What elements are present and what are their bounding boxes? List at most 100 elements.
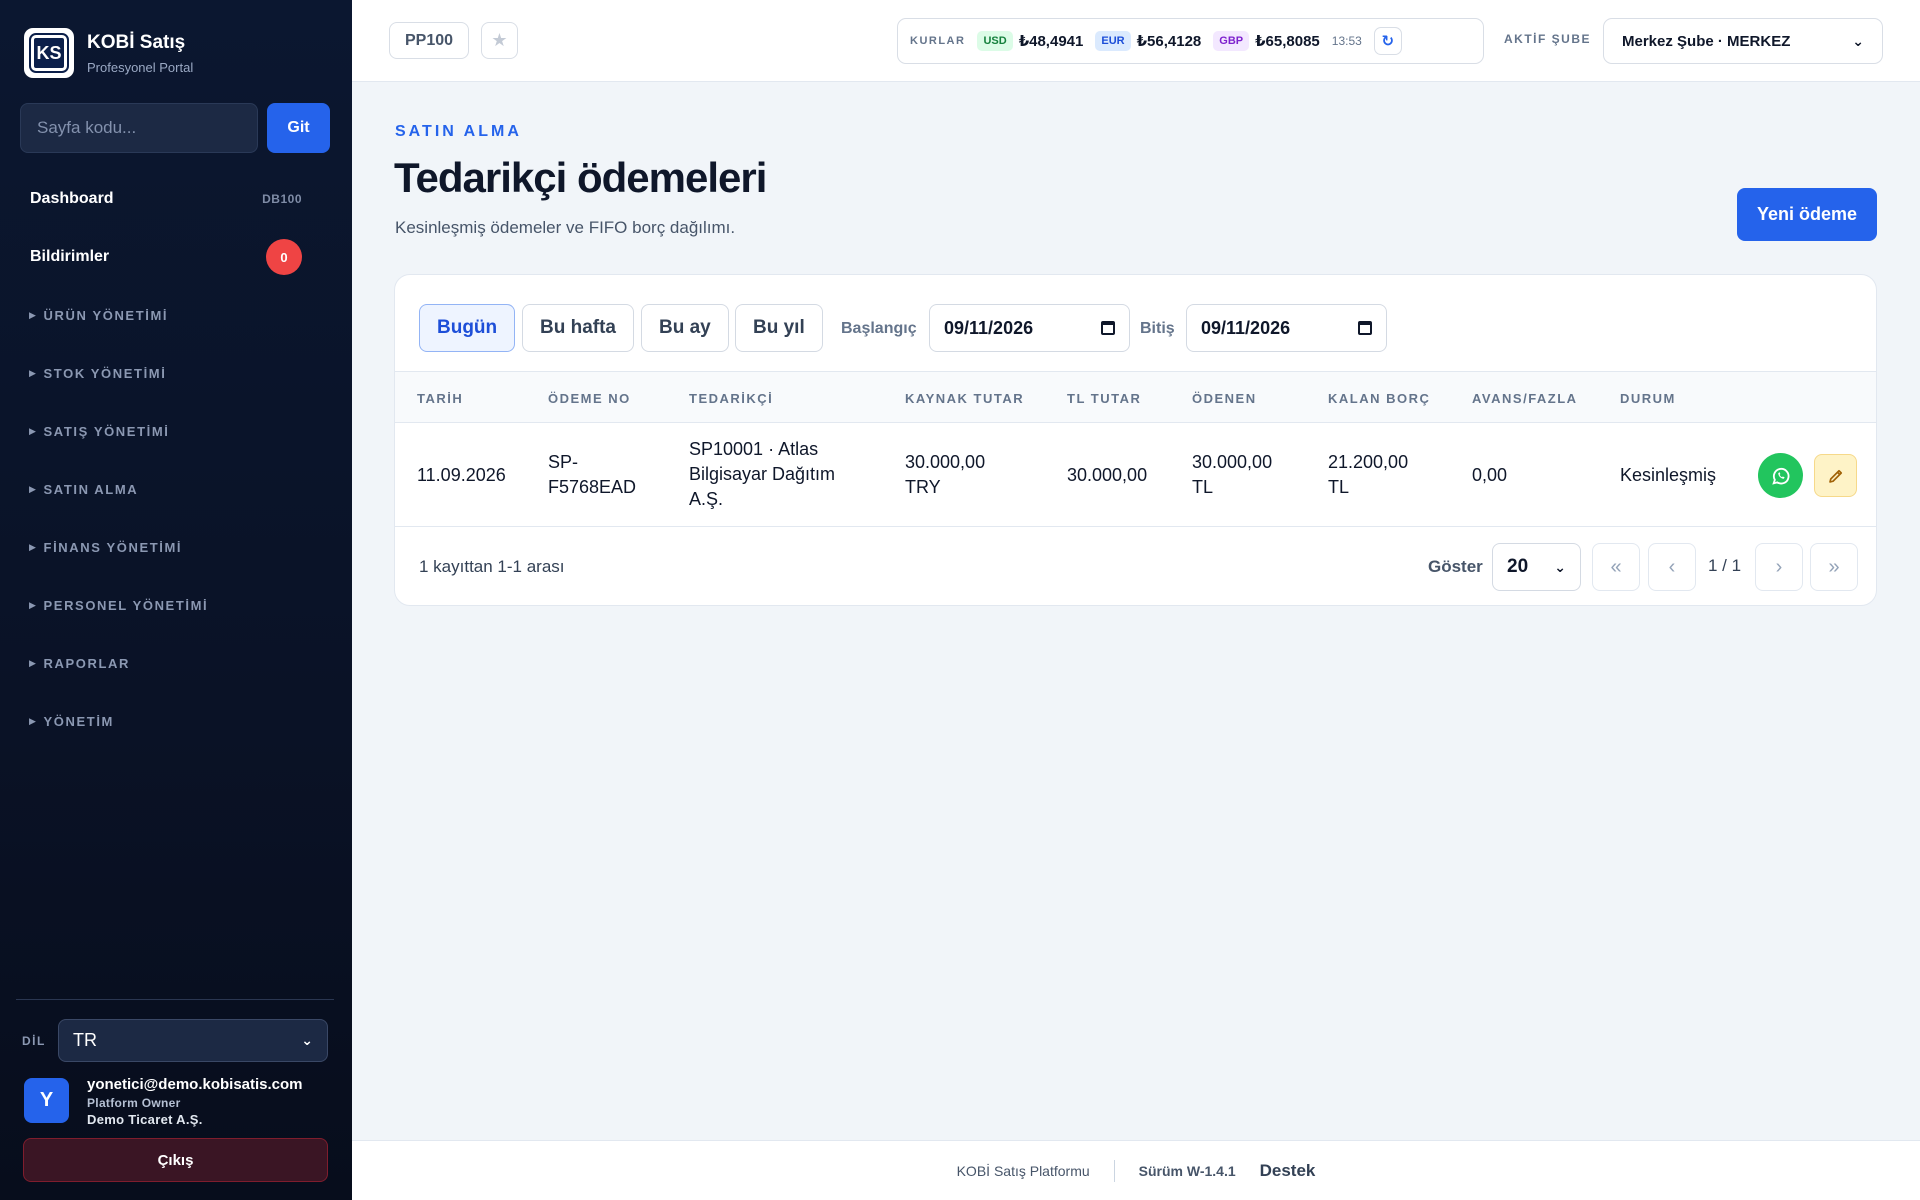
page-code-input[interactable] xyxy=(20,103,258,153)
column-header[interactable]: AVANS/FAZLA xyxy=(1472,391,1578,406)
cell-status: Kesinleşmiş xyxy=(1620,465,1717,485)
footer-divider xyxy=(1113,1159,1115,1182)
page-footer: KOBİ Satış Platformu Sürüm W-1.4.1 Deste… xyxy=(352,1140,1920,1200)
sidebar-group-label: FİNANS YÖNETİMİ xyxy=(43,539,183,555)
rate-value-eur: ₺56,4128 xyxy=(1136,33,1202,50)
calendar-icon[interactable] xyxy=(1358,321,1372,335)
logout-button[interactable]: Çıkış xyxy=(23,1138,328,1182)
page-size-value: 20 xyxy=(1507,556,1529,577)
caret-right-icon: ▶ xyxy=(29,715,38,726)
chevron-down-icon: ⌄ xyxy=(1554,558,1566,575)
refresh-rates-button[interactable]: ↻ xyxy=(1373,27,1402,55)
sidebar-group-label: ÜRÜN YÖNETİMİ xyxy=(43,307,169,323)
section-eyebrow: SATIN ALMA xyxy=(395,123,522,140)
filter-week-button[interactable]: Bu hafta xyxy=(522,304,634,352)
cell-date: 11.09.2026 xyxy=(417,465,506,485)
page-code-hint: DB100 xyxy=(262,192,302,206)
edit-button[interactable] xyxy=(1814,454,1857,497)
cell-source-amount: 30.000,00 TRY xyxy=(905,452,986,497)
sidebar-group-raporlar[interactable]: ▶ RAPORLAR xyxy=(0,634,352,692)
notification-count-badge: 0 xyxy=(266,239,302,275)
column-header[interactable]: TEDARİKÇİ xyxy=(689,391,773,406)
language-select[interactable]: TR ⌄ xyxy=(58,1019,328,1062)
cell-tl-amount: 30.000,00 xyxy=(1067,465,1148,485)
start-date-input[interactable]: 09/11/2026 xyxy=(929,304,1130,352)
column-header[interactable]: ÖDEME NO xyxy=(548,391,631,406)
version-label: Sürüm W-1.4.1 xyxy=(1138,1162,1236,1179)
exchange-rates: KURLAR USD ₺48,4941 EUR ₺56,4128 GBP ₺65… xyxy=(897,18,1484,64)
sidebar-item-dashboard[interactable]: Dashboard DB100 xyxy=(0,170,352,228)
go-button[interactable]: Git xyxy=(267,103,330,153)
currency-tag-eur: EUR xyxy=(1095,31,1131,51)
refresh-icon: ↻ xyxy=(1381,33,1395,50)
sidebar-nav: Dashboard DB100 Bildirimler 0 ▶ ÜRÜN YÖNE… xyxy=(0,170,352,750)
table-row[interactable]: 11.09.2026 SP-F5768EAD SP10001 · Atlas B… xyxy=(395,423,1876,527)
user-role: Platform Owner xyxy=(87,1096,181,1110)
rates-label: KURLAR xyxy=(910,35,966,47)
first-page-button[interactable]: « xyxy=(1592,543,1640,591)
rate-time: 13:53 xyxy=(1331,34,1362,48)
cell-supplier: SP10001 · Atlas Bilgisayar Dağıtım A.Ş. xyxy=(689,439,836,509)
logo-mark: KS xyxy=(29,33,69,73)
user-company: Demo Ticaret A.Ş. xyxy=(87,1112,203,1127)
page-title: Tedarikçi ödemeleri xyxy=(394,154,767,201)
record-count: 1 kayıttan 1-1 arası xyxy=(419,557,565,576)
whatsapp-button[interactable] xyxy=(1758,453,1803,498)
star-icon: ★ xyxy=(491,30,508,50)
table-header: TARİH ÖDEME NO TEDARİKÇİ KAYNAK TUTAR TL… xyxy=(395,372,1876,423)
language-value: TR xyxy=(73,1030,97,1050)
branch-value: Merkez Şube · MERKEZ xyxy=(1622,32,1791,50)
sidebar-group-finans-yonetimi[interactable]: ▶ FİNANS YÖNETİMİ xyxy=(0,518,352,576)
end-date-label: Bitiş xyxy=(1140,320,1175,337)
payments-card: Bugün Bu hafta Bu ay Bu yıl Başlangıç 09… xyxy=(394,274,1877,606)
caret-right-icon: ▶ xyxy=(29,483,38,494)
sidebar-group-yonetim[interactable]: ▶ YÖNETİM xyxy=(0,692,352,750)
support-link[interactable]: Destek xyxy=(1260,1161,1316,1181)
column-header[interactable]: DURUM xyxy=(1620,391,1676,406)
topbar: PP100 ★ KURLAR USD ₺48,4941 EUR ₺56,4128… xyxy=(352,0,1920,82)
filter-year-button[interactable]: Bu yıl xyxy=(735,304,823,352)
start-date-label: Başlangıç xyxy=(841,320,917,337)
language-label: DİL xyxy=(22,1033,46,1048)
logo: KS xyxy=(24,28,74,78)
page-description: Kesinleşmiş ödemeler ve FIFO borç dağılı… xyxy=(395,218,736,237)
user-info: Y yonetici@demo.kobisatis.com Platform O… xyxy=(24,1076,303,1127)
column-header[interactable]: TARİH xyxy=(417,391,463,406)
sidebar-group-satin-alma[interactable]: ▶ SATIN ALMA xyxy=(0,460,352,518)
sidebar-group-satis-yonetimi[interactable]: ▶ SATIŞ YÖNETİMİ xyxy=(0,402,352,460)
brand[interactable]: KS KOBİ Satış Profesyonel Portal xyxy=(24,28,193,78)
column-header[interactable]: KAYNAK TUTAR xyxy=(905,391,1024,406)
column-header[interactable]: KALAN BORÇ xyxy=(1328,391,1430,406)
prev-page-button[interactable]: ‹ xyxy=(1648,543,1696,591)
page-info: 1 / 1 xyxy=(1708,556,1742,575)
sidebar-group-urun-yonetimi[interactable]: ▶ ÜRÜN YÖNETİMİ xyxy=(0,286,352,344)
last-page-button[interactable]: » xyxy=(1810,543,1858,591)
rate-value-gbp: ₺65,8085 xyxy=(1255,33,1320,50)
sidebar-item-notifications[interactable]: Bildirimler 0 xyxy=(0,228,352,286)
calendar-icon[interactable] xyxy=(1101,321,1115,335)
filter-month-button[interactable]: Bu ay xyxy=(641,304,729,352)
sidebar-group-personel-yonetimi[interactable]: ▶ PERSONEL YÖNETİMİ xyxy=(0,576,352,634)
column-header[interactable]: ÖDENEN xyxy=(1192,391,1257,406)
caret-right-icon: ▶ xyxy=(29,541,38,552)
cell-advance: 0,00 xyxy=(1472,465,1508,485)
next-page-button[interactable]: › xyxy=(1755,543,1803,591)
caret-right-icon: ▶ xyxy=(29,367,38,378)
sidebar-group-label: SATIN ALMA xyxy=(43,481,139,497)
end-date-input[interactable]: 09/11/2026 xyxy=(1186,304,1387,352)
new-payment-button[interactable]: Yeni ödeme xyxy=(1737,188,1877,241)
sidebar-group-stok-yonetimi[interactable]: ▶ STOK YÖNETİMİ xyxy=(0,344,352,402)
page-size-label: Göster xyxy=(1428,557,1483,576)
cell-paid: 30.000,00 TL xyxy=(1192,452,1273,497)
cell-remaining-debt: 21.200,00 TL xyxy=(1328,452,1409,497)
page-size-select[interactable]: 20 ⌄ xyxy=(1492,543,1581,591)
filter-today-button[interactable]: Bugün xyxy=(419,304,516,352)
end-date-value: 09/11/2026 xyxy=(1201,317,1291,338)
column-header[interactable]: TL TUTAR xyxy=(1067,391,1141,406)
caret-right-icon: ▶ xyxy=(29,599,38,610)
language-row: DİL TR ⌄ xyxy=(22,1019,328,1062)
filter-bar: Bugün Bu hafta Bu ay Bu yıl Başlangıç 09… xyxy=(395,275,1876,372)
caret-right-icon: ▶ xyxy=(29,657,38,668)
favorite-star-button[interactable]: ★ xyxy=(481,22,518,59)
branch-select[interactable]: Merkez Şube · MERKEZ ⌄ xyxy=(1603,18,1883,64)
